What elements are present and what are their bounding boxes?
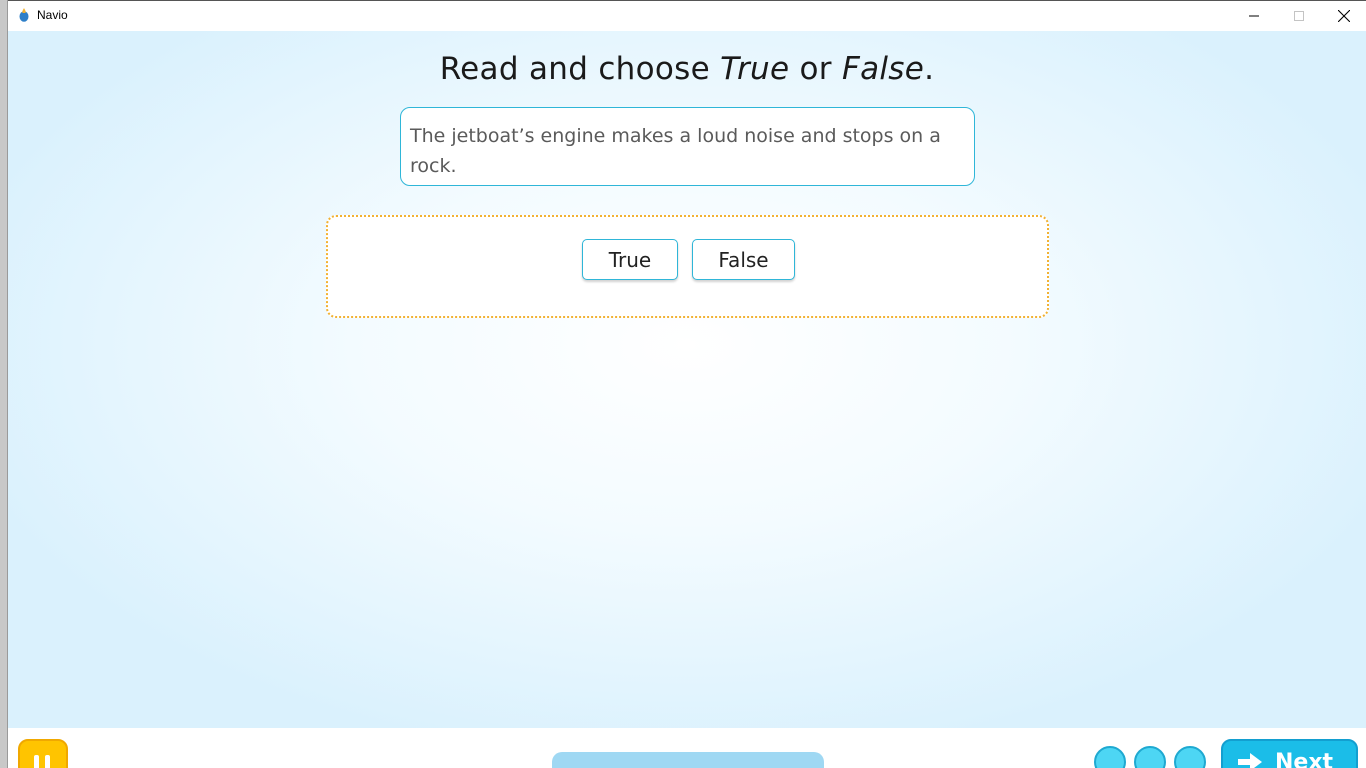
statement-box: The jetboat’s engine makes a loud noise … bbox=[400, 107, 975, 186]
false-button[interactable]: False bbox=[692, 239, 795, 280]
progress-bar bbox=[552, 752, 824, 768]
bottom-toolbar: Next bbox=[8, 728, 1366, 768]
pause-icon-bar-left bbox=[34, 755, 39, 768]
instruction-heading: Read and choose True or False. bbox=[8, 51, 1366, 87]
navio-app-icon bbox=[19, 8, 29, 22]
statement-text: The jetboat’s engine makes a loud noise … bbox=[410, 125, 941, 177]
arrow-right-icon bbox=[1238, 753, 1262, 768]
close-button[interactable] bbox=[1321, 1, 1366, 31]
progress-dot-1 bbox=[1094, 746, 1126, 768]
instruction-true-word: True bbox=[720, 51, 790, 87]
instruction-prefix: Read and choose bbox=[439, 51, 721, 87]
progress-dot-2 bbox=[1134, 746, 1166, 768]
maximize-icon bbox=[1294, 11, 1304, 21]
instruction-middle: or bbox=[789, 51, 842, 87]
answer-drop-zone[interactable]: True False bbox=[326, 215, 1049, 318]
next-button[interactable]: Next bbox=[1221, 739, 1358, 768]
pause-button[interactable] bbox=[18, 739, 68, 768]
window-title: Navio bbox=[37, 8, 68, 22]
true-button[interactable]: True bbox=[582, 239, 678, 280]
app-window: Navio Read and choose True or False. The… bbox=[0, 0, 1366, 768]
instruction-false-word: False bbox=[841, 51, 925, 87]
minimize-button[interactable] bbox=[1231, 1, 1277, 31]
progress-dot-3 bbox=[1174, 746, 1206, 768]
close-icon bbox=[1338, 10, 1350, 22]
instruction-suffix: . bbox=[924, 51, 935, 87]
next-button-label: Next bbox=[1275, 750, 1334, 768]
maximize-button[interactable] bbox=[1276, 1, 1322, 31]
minimize-icon bbox=[1249, 15, 1259, 17]
title-bar: Navio bbox=[8, 0, 1366, 31]
activity-area: Read and choose True or False. The jetbo… bbox=[8, 31, 1366, 728]
pause-icon-bar-right bbox=[45, 755, 50, 768]
background-window-edge bbox=[0, 0, 8, 768]
